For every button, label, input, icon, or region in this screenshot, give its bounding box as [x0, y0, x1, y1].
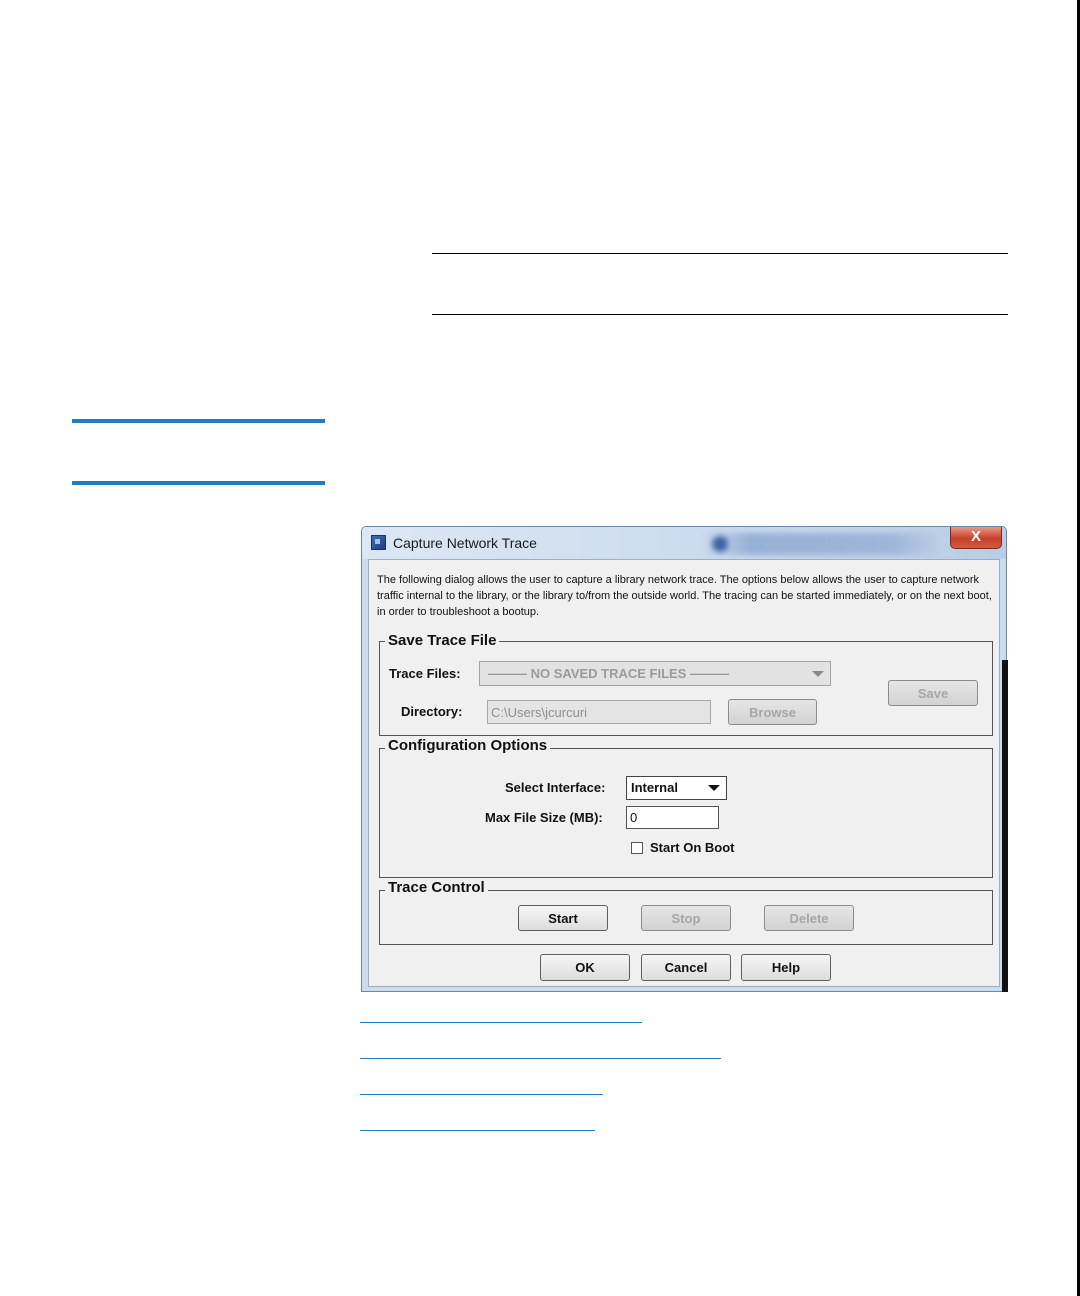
- max-file-size-field[interactable]: [626, 806, 719, 829]
- directory-label: Directory:: [401, 704, 463, 719]
- dialog-body: The following dialog allows the user to …: [368, 559, 1000, 987]
- save-button[interactable]: Save: [888, 680, 978, 706]
- select-interface-dropdown[interactable]: Internal: [626, 776, 727, 800]
- link-underline-1[interactable]: [360, 1022, 642, 1023]
- select-interface-label: Select Interface:: [505, 780, 606, 795]
- save-trace-file-group: Save Trace File Trace Files: ——— NO SAVE…: [379, 632, 993, 736]
- start-on-boot-checkbox[interactable]: [631, 842, 643, 854]
- configuration-options-title: Configuration Options: [385, 737, 551, 754]
- trace-files-dropdown[interactable]: ——— NO SAVED TRACE FILES ———: [479, 661, 831, 686]
- dialog-title: Capture Network Trace: [393, 535, 537, 551]
- close-button[interactable]: X: [950, 527, 1002, 549]
- cancel-button[interactable]: Cancel: [641, 954, 731, 981]
- help-button[interactable]: Help: [741, 954, 831, 981]
- delete-button[interactable]: Delete: [764, 905, 854, 931]
- start-on-boot-label: Start On Boot: [650, 840, 735, 855]
- window-edge-shadow: [1002, 660, 1008, 992]
- note-bottom-rule: [432, 314, 1008, 315]
- trace-control-group: Trace Control Start Stop Delete: [379, 879, 993, 945]
- stop-button[interactable]: Stop: [641, 905, 731, 931]
- section-heading-top-rule: [72, 419, 325, 423]
- chevron-down-icon: [708, 785, 720, 791]
- max-file-size-label: Max File Size (MB):: [485, 810, 603, 825]
- intro-text: The following dialog allows the user to …: [377, 574, 992, 618]
- select-interface-value: Internal: [631, 780, 678, 795]
- trace-files-value: ——— NO SAVED TRACE FILES ———: [488, 666, 729, 681]
- dialog-titlebar[interactable]: Capture Network Trace: [362, 527, 1006, 559]
- capture-network-trace-dialog: Capture Network Trace X The following di…: [361, 526, 1007, 992]
- link-underline-4[interactable]: [360, 1130, 595, 1131]
- link-underline-2[interactable]: [360, 1058, 721, 1059]
- note-top-rule: [432, 253, 1008, 254]
- start-button[interactable]: Start: [518, 905, 608, 931]
- directory-field[interactable]: [487, 700, 711, 724]
- trace-files-label: Trace Files:: [389, 666, 461, 681]
- configuration-options-group: Configuration Options Select Interface: …: [379, 737, 993, 878]
- save-trace-file-title: Save Trace File: [385, 632, 500, 649]
- close-icon: X: [970, 528, 981, 545]
- browse-button[interactable]: Browse: [728, 699, 817, 725]
- ok-button[interactable]: OK: [540, 954, 630, 981]
- section-heading-bottom-rule: [72, 481, 325, 485]
- trace-control-title: Trace Control: [385, 879, 488, 896]
- background-window-title-blurred: [702, 533, 942, 555]
- link-underline-3[interactable]: [360, 1094, 603, 1095]
- app-icon: [371, 535, 386, 550]
- chevron-down-icon: [812, 670, 824, 677]
